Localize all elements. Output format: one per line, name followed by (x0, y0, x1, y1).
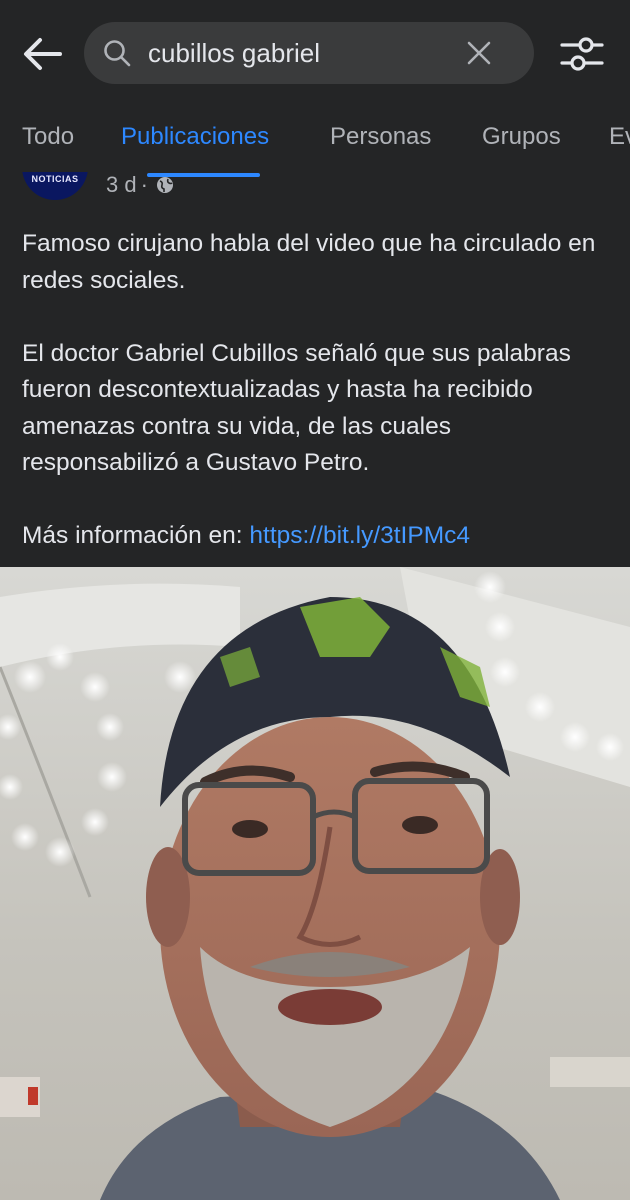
search-field[interactable]: cubillos gabriel (84, 22, 534, 84)
post-paragraph-2: El doctor Gabriel Cubillos señaló que su… (22, 339, 571, 477)
post-more-info: Más información en: https://bit.ly/3tIPM… (22, 518, 612, 555)
filter-sliders-icon[interactable] (556, 30, 608, 78)
avatar[interactable]: NOTICIAS (22, 172, 88, 200)
post-link[interactable]: https://bit.ly/3tIPMc4 (249, 522, 470, 549)
active-tab-indicator (147, 173, 260, 177)
tab-publicaciones[interactable]: Publicaciones (121, 122, 269, 152)
post-body: Famoso cirujano habla del video que ha c… (22, 226, 612, 555)
top-bar: cubillos gabriel (0, 0, 630, 108)
avatar-logo-text: NOTICIAS (31, 174, 79, 184)
globe-icon (156, 177, 173, 193)
post-time[interactable]: 3 d (106, 172, 137, 198)
post-video[interactable] (0, 567, 630, 1200)
tab-todo[interactable]: Todo (22, 122, 74, 152)
search-input[interactable]: cubillos gabriel (148, 36, 320, 70)
tab-grupos[interactable]: Grupos (482, 122, 561, 152)
search-icon (104, 40, 131, 67)
more-info-label: Más información en: (22, 522, 250, 549)
search-tabs: Todo Publicaciones Personas Grupos Ev (0, 108, 630, 172)
back-button[interactable] (16, 28, 68, 80)
tab-personas[interactable]: Personas (330, 122, 431, 152)
post-paragraph-1: Famoso cirujano habla del video que ha c… (22, 230, 596, 294)
video-frame-image (0, 567, 630, 1200)
clear-search-icon[interactable] (464, 38, 494, 68)
tab-eventos[interactable]: Ev (609, 122, 630, 152)
post-header: NOTICIAS 3 d · (0, 172, 630, 212)
back-arrow-icon (24, 38, 62, 70)
